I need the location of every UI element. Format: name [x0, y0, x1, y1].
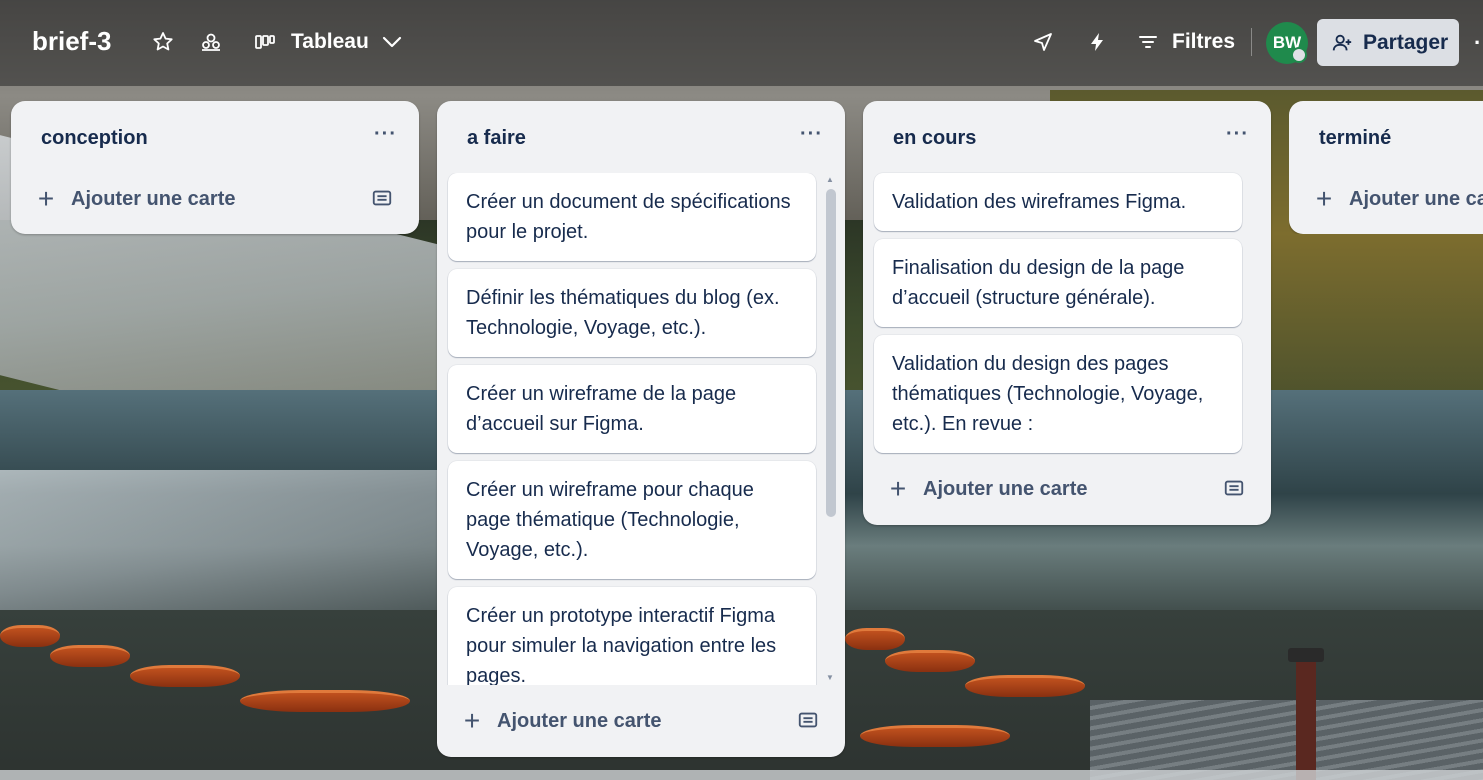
chevron-down-icon[interactable]: [378, 28, 406, 56]
header-divider: [1251, 28, 1252, 56]
plus-icon: +: [889, 473, 907, 504]
lightning-icon[interactable]: [1083, 28, 1111, 56]
add-card-label: Ajouter une carte: [71, 187, 236, 210]
more-dots-icon[interactable]: ·: [1474, 30, 1483, 56]
board-header: brief-3 Tableau Filtres BW Partager ·: [0, 0, 1483, 86]
list-termine: terminé + Ajouter une carte: [1289, 101, 1483, 234]
scroll-up-icon[interactable]: ▲: [825, 175, 835, 184]
card[interactable]: Définir les thématiques du blog (ex. Tec…: [448, 269, 816, 357]
workspace-visibility-icon[interactable]: [197, 28, 225, 56]
filter-icon[interactable]: [1134, 28, 1162, 56]
plus-icon: +: [37, 183, 55, 214]
card-template-icon[interactable]: [1223, 477, 1245, 499]
list-clip: terminé + Ajouter une carte: [1289, 101, 1483, 234]
list-menu-icon[interactable]: ···: [374, 123, 397, 146]
scrollbar-thumb[interactable]: [826, 189, 836, 517]
list-title[interactable]: en cours: [893, 127, 976, 150]
card-template-icon[interactable]: [797, 709, 819, 731]
card[interactable]: Finalisation du design de la page d’accu…: [874, 239, 1242, 327]
star-icon[interactable]: [149, 28, 177, 56]
list-en-cours: en cours ··· Validation des wireframes F…: [863, 101, 1271, 525]
add-card-button[interactable]: + Ajouter une carte: [887, 473, 1088, 504]
card-template-icon[interactable]: [371, 187, 393, 209]
add-card-button[interactable]: + Ajouter une carte: [461, 705, 662, 736]
list-a-faire: a faire ··· Créer un document de spécifi…: [437, 101, 845, 757]
plus-icon: +: [463, 705, 481, 736]
list-conception: conception ··· + Ajouter une carte: [11, 101, 419, 234]
add-card-label: Ajouter une carte: [923, 477, 1088, 500]
card[interactable]: Créer un wireframe de la page d’accueil …: [448, 365, 816, 453]
plus-icon: +: [1315, 183, 1333, 214]
admin-badge-icon: [1291, 47, 1307, 63]
card[interactable]: Validation des wireframes Figma.: [874, 173, 1242, 231]
rocket-icon[interactable]: [1029, 28, 1057, 56]
share-button[interactable]: Partager: [1317, 19, 1459, 66]
list-menu-icon[interactable]: ···: [800, 123, 823, 146]
card[interactable]: Créer un prototype interactif Figma pour…: [448, 587, 816, 685]
card[interactable]: Créer un document de spécifications pour…: [448, 173, 816, 261]
add-person-icon: [1332, 34, 1352, 50]
list-title[interactable]: conception: [41, 127, 148, 150]
view-switcher-label[interactable]: Tableau: [291, 30, 369, 54]
share-label: Partager: [1363, 30, 1449, 54]
scroll-down-icon[interactable]: ▼: [825, 673, 835, 682]
add-card-label: Ajouter une carte: [497, 709, 662, 732]
list-menu-icon[interactable]: ···: [1226, 123, 1249, 146]
board-view-icon[interactable]: [251, 28, 279, 56]
list-title[interactable]: terminé: [1319, 127, 1391, 150]
board-title[interactable]: brief-3: [32, 26, 111, 57]
card[interactable]: Validation du design des pages thématiqu…: [874, 335, 1242, 453]
add-card-button[interactable]: + Ajouter une carte: [35, 183, 236, 214]
filters-button[interactable]: Filtres: [1172, 30, 1235, 54]
cards-container: Créer un document de spécifications pour…: [437, 173, 845, 685]
list-title[interactable]: a faire: [467, 127, 526, 150]
add-card-label: Ajouter une carte: [1349, 187, 1483, 210]
card[interactable]: Créer un wireframe pour chaque page thém…: [448, 461, 816, 579]
add-card-button[interactable]: + Ajouter une carte: [1313, 185, 1483, 213]
